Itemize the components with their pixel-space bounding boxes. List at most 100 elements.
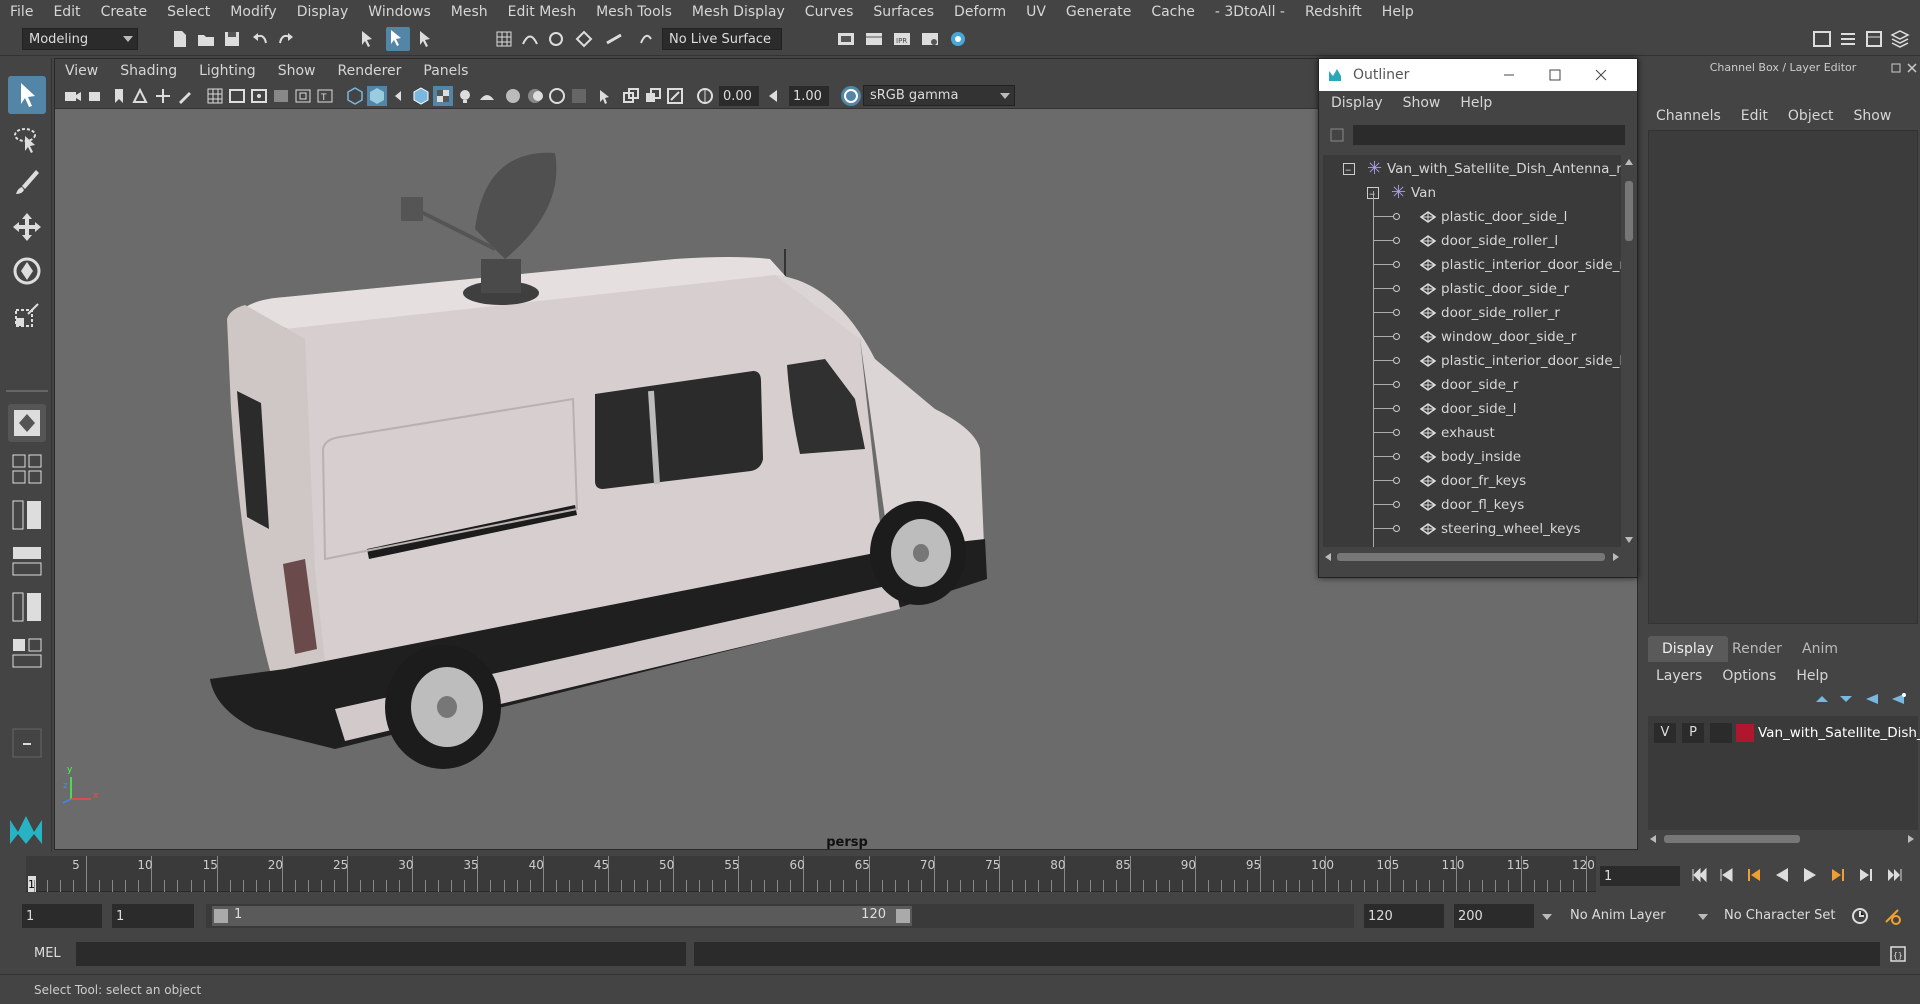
- vp-menu-panels[interactable]: Panels: [423, 63, 468, 79]
- backface-culling-icon[interactable]: [665, 86, 685, 106]
- vp-menu-renderer[interactable]: Renderer: [337, 63, 401, 79]
- default-material-icon[interactable]: [389, 86, 409, 106]
- step-back-key-icon[interactable]: [1716, 865, 1736, 885]
- isolate-select-icon[interactable]: [595, 86, 615, 106]
- hypershade-layout-button[interactable]: [8, 588, 46, 626]
- go-to-end-icon[interactable]: [1884, 865, 1904, 885]
- toolbox-more-button[interactable]: [8, 724, 46, 762]
- menu-mesh[interactable]: Mesh: [451, 4, 488, 20]
- scroll-up-icon[interactable]: [1625, 159, 1633, 165]
- move-layer-up-icon[interactable]: [1814, 692, 1832, 706]
- vp-menu-show[interactable]: Show: [278, 63, 316, 79]
- snap-curve-icon[interactable]: [520, 29, 540, 49]
- layer-menu-layers[interactable]: Layers: [1656, 668, 1702, 684]
- screen-space-ao-icon[interactable]: [503, 86, 523, 106]
- render-frame-icon[interactable]: [836, 29, 856, 49]
- channel-box-toggle-icon[interactable]: [1890, 29, 1910, 49]
- safe-action-icon[interactable]: T: [315, 86, 335, 106]
- x-ray-icon[interactable]: [621, 86, 641, 106]
- ipr-render-icon[interactable]: IPR: [892, 29, 912, 49]
- outliner-menu-show[interactable]: Show: [1403, 95, 1441, 111]
- exposure-icon[interactable]: [695, 86, 715, 106]
- outliner-item[interactable]: door_fl_keys: [1323, 493, 1621, 517]
- range-slider-bar[interactable]: 1 120: [212, 906, 912, 926]
- live-surface-field[interactable]: No Live Surface: [662, 28, 782, 50]
- menu-curves[interactable]: Curves: [805, 4, 854, 20]
- anim-layer-dropdown[interactable]: No Anim Layer: [1564, 904, 1694, 928]
- menu-mesh-tools[interactable]: Mesh Tools: [596, 4, 672, 20]
- menu-deform[interactable]: Deform: [954, 4, 1006, 20]
- gamma-field[interactable]: 1.00: [789, 86, 829, 106]
- field-chart-icon[interactable]: [293, 86, 313, 106]
- character-set-dropdown[interactable]: No Character Set: [1718, 904, 1858, 928]
- motion-blur-icon[interactable]: [525, 86, 545, 106]
- cb-menu-show[interactable]: Show: [1854, 108, 1892, 124]
- menu-redshift[interactable]: Redshift: [1305, 4, 1362, 20]
- x-ray-joints-icon[interactable]: [643, 86, 663, 106]
- outliner-menu-display[interactable]: Display: [1331, 95, 1383, 111]
- layer-menu-options[interactable]: Options: [1722, 668, 1776, 684]
- maximize-icon[interactable]: [1545, 65, 1565, 85]
- bookmark-icon[interactable]: [109, 86, 129, 106]
- outliner-item[interactable]: exhaust: [1323, 421, 1621, 445]
- attribute-editor-icon[interactable]: [1838, 29, 1858, 49]
- menu-windows[interactable]: Windows: [368, 4, 431, 20]
- select-hierarchy-icon[interactable]: [358, 29, 378, 49]
- current-frame-field[interactable]: 1: [1600, 866, 1680, 886]
- mel-label[interactable]: MEL: [34, 946, 61, 961]
- smooth-shade-icon[interactable]: [367, 86, 387, 106]
- hscroll-thumb[interactable]: [1337, 553, 1605, 561]
- wireframe-on-shaded-icon[interactable]: [411, 86, 431, 106]
- wireframe-icon[interactable]: [345, 86, 365, 106]
- color-management-icon[interactable]: [841, 86, 861, 106]
- menu-uv[interactable]: UV: [1026, 4, 1046, 20]
- paint-select-tool-button[interactable]: [8, 164, 46, 202]
- camera-icon[interactable]: [63, 86, 83, 106]
- outliner-item[interactable]: plastic_door_side_l: [1323, 205, 1621, 229]
- menu-edit-mesh[interactable]: Edit Mesh: [508, 4, 576, 20]
- range-start-handle[interactable]: [214, 909, 228, 923]
- outliner-item[interactable]: door_side_roller_r: [1323, 301, 1621, 325]
- menu-modify[interactable]: Modify: [230, 4, 276, 20]
- cb-menu-edit[interactable]: Edit: [1741, 108, 1768, 124]
- layer-playback-toggle[interactable]: P: [1682, 723, 1704, 743]
- live-surface-icon[interactable]: [636, 29, 656, 49]
- chevron-down-icon[interactable]: [1542, 914, 1552, 920]
- mode-dropdown[interactable]: Modeling: [22, 28, 138, 50]
- outliner-search-input[interactable]: [1353, 125, 1625, 145]
- snap-grid-icon[interactable]: [494, 29, 514, 49]
- menu-3dtoall[interactable]: - 3DtoAll -: [1215, 4, 1285, 20]
- filter-icon[interactable]: [1329, 127, 1345, 143]
- close-icon[interactable]: [1906, 62, 1918, 74]
- film-gate-icon[interactable]: [227, 86, 247, 106]
- scroll-left-icon[interactable]: [1650, 835, 1656, 843]
- tool-settings-icon[interactable]: [1864, 29, 1884, 49]
- grease-pencil-icon[interactable]: [175, 86, 195, 106]
- menu-mesh-display[interactable]: Mesh Display: [692, 4, 785, 20]
- layer-hscrollbar[interactable]: [1648, 832, 1918, 846]
- layer-hscroll-thumb[interactable]: [1664, 835, 1800, 843]
- outliner-item[interactable]: plastic_interior_door_side_r: [1323, 253, 1621, 277]
- chevron-down-icon[interactable]: [1698, 914, 1708, 920]
- minimize-icon[interactable]: [1499, 65, 1519, 85]
- graph-editor-layout-button[interactable]: [8, 542, 46, 580]
- layer-menu-help[interactable]: Help: [1796, 668, 1828, 684]
- menu-display[interactable]: Display: [297, 4, 349, 20]
- color-space-dropdown[interactable]: sRGB gamma: [863, 85, 1015, 106]
- mel-command-input[interactable]: [76, 942, 686, 966]
- camera-attributes-icon[interactable]: [87, 86, 107, 106]
- grid-toggle-icon[interactable]: [205, 86, 225, 106]
- step-back-frame-icon[interactable]: [1744, 865, 1764, 885]
- tab-anim[interactable]: Anim: [1788, 636, 1852, 662]
- exposure-field[interactable]: 0.00: [719, 86, 759, 106]
- layer-row[interactable]: V P Van_with_Satellite_Dish_: [1652, 722, 1920, 744]
- outliner-item[interactable]: body_inside: [1323, 445, 1621, 469]
- layer-type-toggle[interactable]: [1710, 723, 1732, 743]
- two-d-pan-icon[interactable]: [153, 86, 173, 106]
- depth-of-field-icon[interactable]: [569, 86, 589, 106]
- end-time-field[interactable]: 120: [1364, 904, 1444, 928]
- outliner-persp-layout-button[interactable]: [8, 496, 46, 534]
- snap-point-icon[interactable]: [546, 29, 566, 49]
- render-view-icon[interactable]: [864, 29, 884, 49]
- new-layer-selected-icon[interactable]: [1890, 692, 1908, 706]
